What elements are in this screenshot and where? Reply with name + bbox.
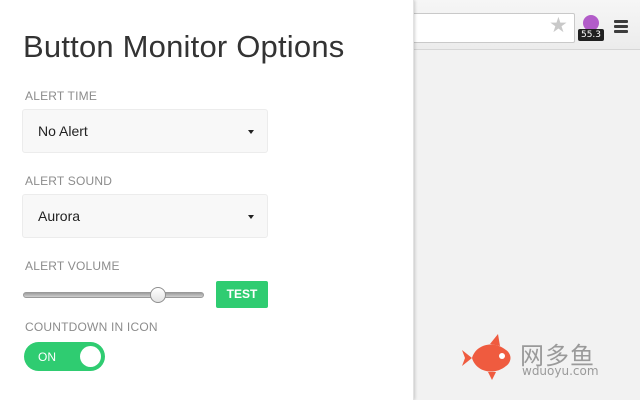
countdown-in-icon-label: COUNTDOWN IN ICON xyxy=(25,320,158,334)
toggle-state-label: ON xyxy=(38,350,56,364)
alert-sound-label: ALERT SOUND xyxy=(25,174,113,188)
alert-sound-select[interactable]: Aurora xyxy=(22,194,268,238)
star-icon[interactable]: ★ xyxy=(549,15,568,36)
page-title: Button Monitor Options xyxy=(23,29,345,64)
menu-icon[interactable] xyxy=(614,20,628,33)
chevron-down-icon xyxy=(248,130,254,134)
countdown-toggle[interactable]: ON xyxy=(24,342,105,371)
slider-thumb[interactable] xyxy=(150,287,167,303)
extension-icon[interactable]: 55.3 xyxy=(578,15,604,43)
fish-logo-icon xyxy=(462,334,511,380)
slider-track xyxy=(23,292,204,298)
watermark: 网多鱼 wduoyu.com xyxy=(462,332,612,382)
alert-time-label: ALERT TIME xyxy=(25,89,98,103)
toggle-knob xyxy=(80,346,101,367)
watermark-url: wduoyu.com xyxy=(522,364,599,378)
options-popup: Button Monitor Options ALERT TIME No Ale… xyxy=(0,0,414,400)
alert-volume-slider[interactable] xyxy=(23,286,204,304)
alert-time-value: No Alert xyxy=(38,123,88,139)
extension-badge: 55.3 xyxy=(578,29,604,41)
alert-volume-label: ALERT VOLUME xyxy=(25,259,120,273)
alert-sound-value: Aurora xyxy=(38,208,81,224)
test-button[interactable]: TEST xyxy=(216,281,268,308)
chevron-down-icon xyxy=(248,215,254,219)
alert-time-select[interactable]: No Alert xyxy=(22,109,268,153)
